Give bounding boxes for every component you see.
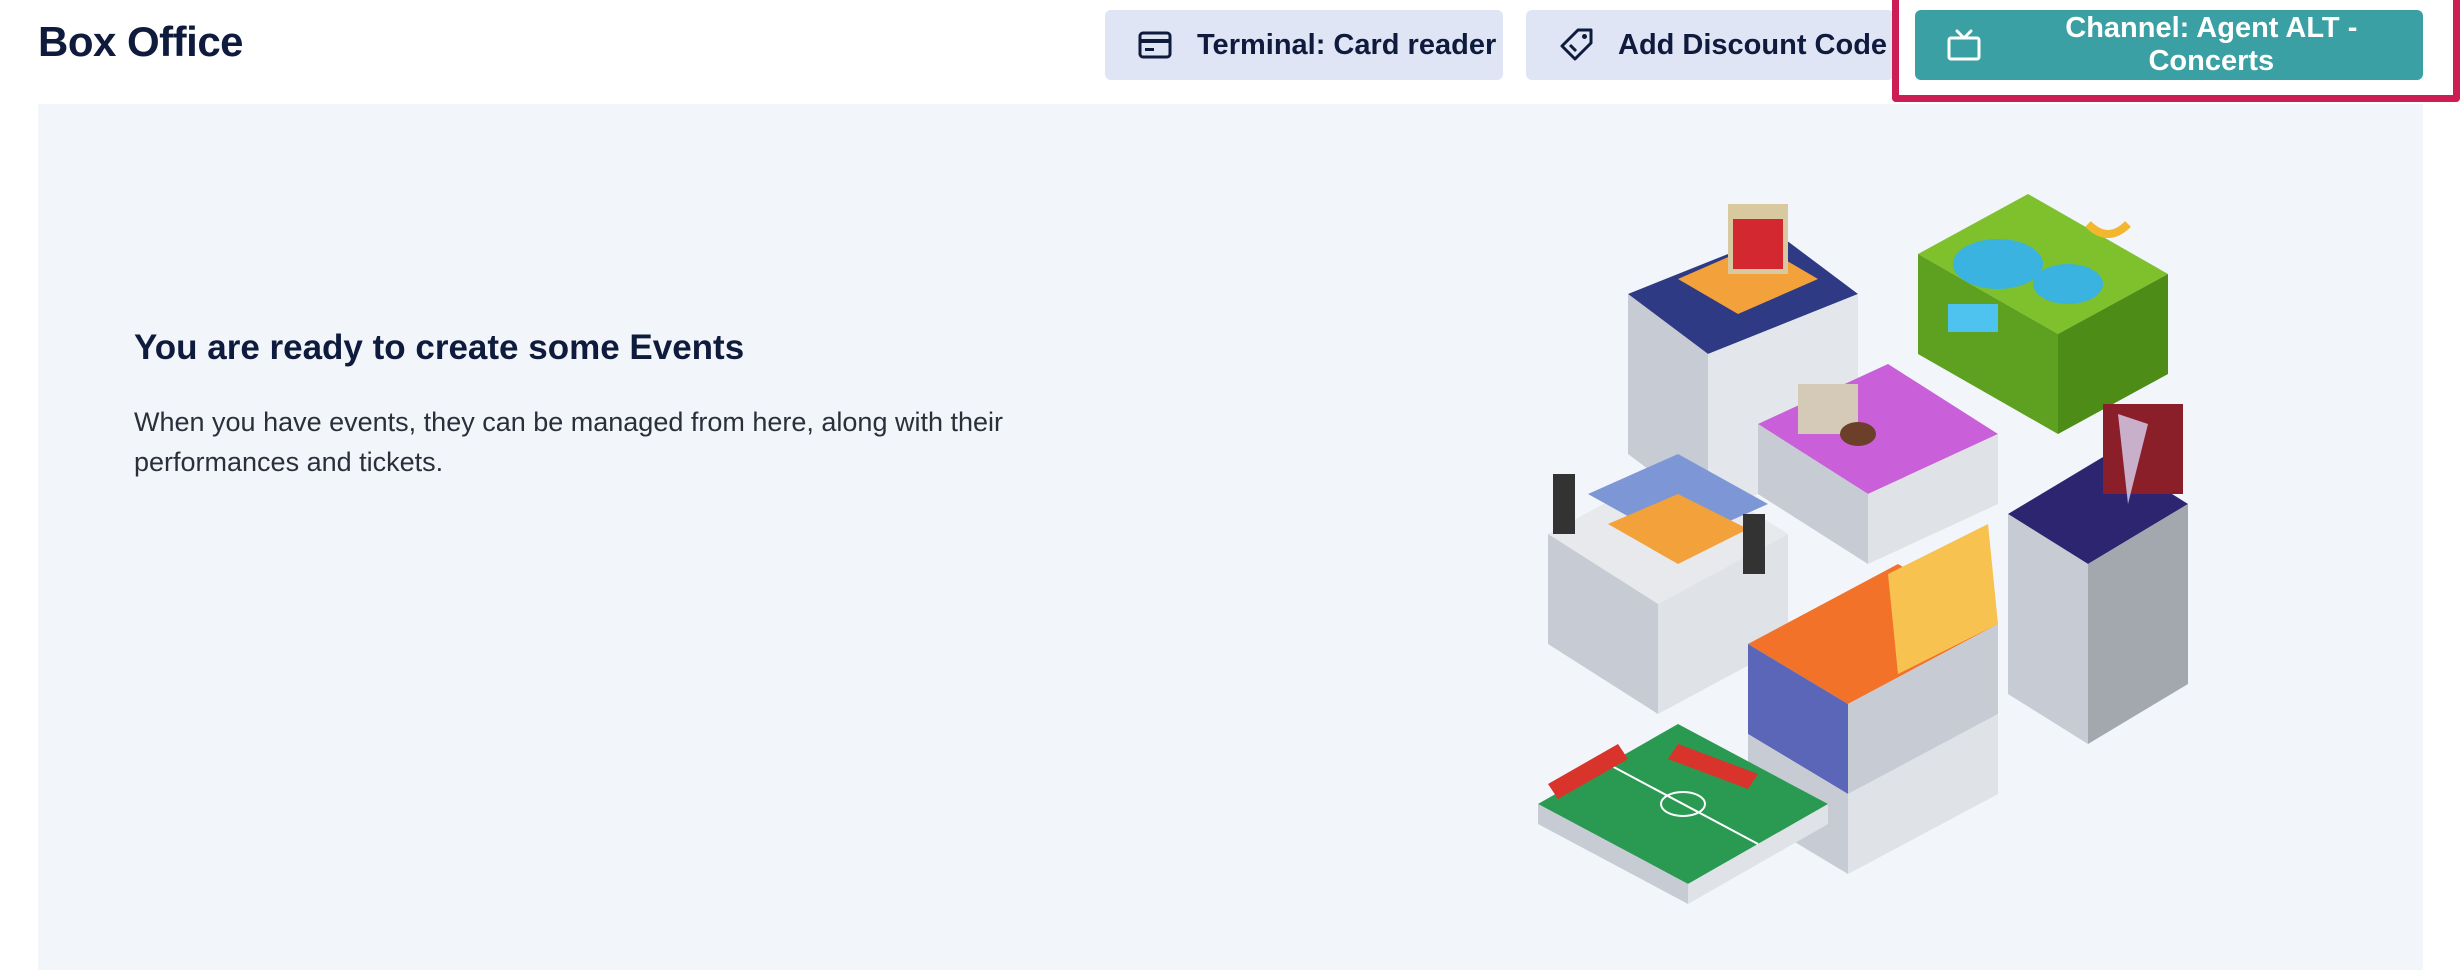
terminal-button[interactable]: Terminal: Card reader bbox=[1105, 10, 1503, 80]
page-title: Box Office bbox=[38, 18, 244, 65]
empty-state-heading: You are ready to create some Events bbox=[134, 328, 745, 367]
empty-state-description: When you have events, they can be manage… bbox=[134, 407, 1004, 477]
top-bar: Box Office Terminal: Card reader Add Dis… bbox=[0, 0, 2462, 102]
add-discount-code-button[interactable]: Add Discount Code bbox=[1526, 10, 1894, 80]
highlight-frame bbox=[1892, 0, 2460, 102]
empty-state-panel: You are ready to create some Events When… bbox=[38, 104, 2423, 970]
add-discount-code-label: Add Discount Code bbox=[1618, 28, 1888, 61]
credit-card-icon bbox=[1135, 25, 1175, 65]
event-venues-illustration bbox=[1538, 194, 2188, 904]
terminal-button-label: Terminal: Card reader bbox=[1197, 28, 1497, 61]
tag-icon bbox=[1556, 25, 1596, 65]
